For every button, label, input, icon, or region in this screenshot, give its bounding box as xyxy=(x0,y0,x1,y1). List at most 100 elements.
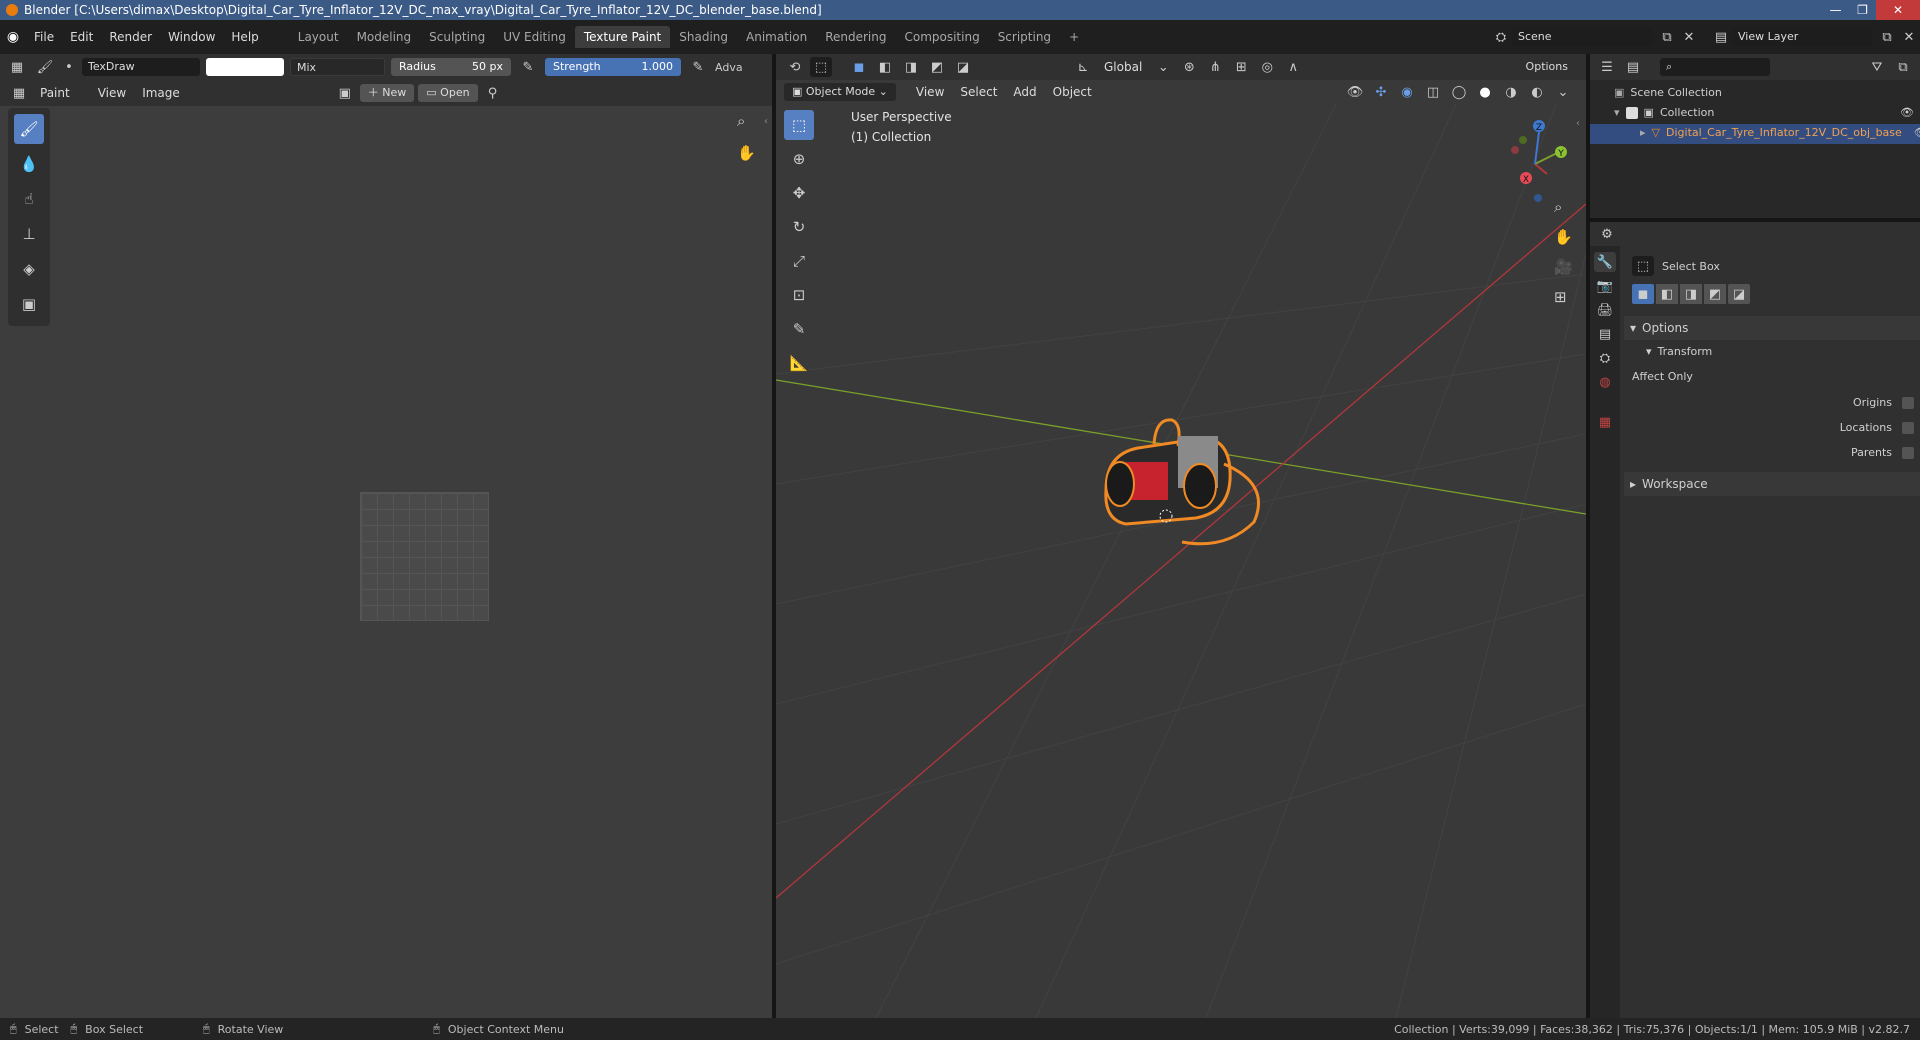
collection-visibility-icon[interactable]: 👁 xyxy=(1900,106,1914,119)
properties-editor-type-icon[interactable]: ⚙ xyxy=(1596,224,1618,244)
expand-collection-icon[interactable]: ▾ xyxy=(1614,106,1620,119)
origins-checkbox[interactable] xyxy=(1902,396,1914,409)
radius-pressure-icon[interactable]: ✎ xyxy=(517,57,539,77)
transform-tool-icon[interactable]: ⊡ xyxy=(784,280,814,310)
paint-mode-dropdown[interactable]: Paint xyxy=(34,86,76,100)
overlay-toggle-icon[interactable]: ◉ xyxy=(1396,82,1418,102)
viewport-editor-type-icon[interactable]: ⟲ xyxy=(784,57,806,77)
mode-dropdown[interactable]: ▣ Object Mode ⌄ xyxy=(784,83,896,101)
select-difference-icon[interactable]: ◩ xyxy=(926,57,948,77)
tab-tool-icon[interactable]: 🔧 xyxy=(1594,252,1616,272)
tab-world-icon[interactable]: ◍ xyxy=(1594,372,1616,392)
tab-compositing[interactable]: Compositing xyxy=(895,26,988,48)
shading-options-icon[interactable]: ⌄ xyxy=(1552,82,1574,102)
proportional-editing-icon[interactable]: ◎ xyxy=(1256,57,1278,77)
delete-scene-icon[interactable]: ✕ xyxy=(1678,27,1700,47)
snap-icon[interactable]: ⋔ xyxy=(1204,57,1226,77)
image-pan-icon[interactable]: ✋ xyxy=(737,144,761,168)
tab-modeling[interactable]: Modeling xyxy=(348,26,421,48)
menu-viewport-view[interactable]: View xyxy=(910,85,950,99)
tab-layout[interactable]: Layout xyxy=(289,26,348,48)
blender-menu-icon[interactable]: ◉ xyxy=(0,29,26,45)
xray-toggle-icon[interactable]: ◫ xyxy=(1422,82,1444,102)
transform-subpanel-header[interactable]: ▾ Transform xyxy=(1640,340,1920,362)
brush-color-swatch[interactable] xyxy=(206,58,284,76)
options-panel-header[interactable]: ▾ Options xyxy=(1624,316,1920,340)
menu-image-view[interactable]: View xyxy=(92,86,132,100)
gizmo-neg-x-icon[interactable] xyxy=(1511,146,1519,154)
view-layer-selector[interactable]: View Layer xyxy=(1732,28,1872,46)
measure-tool-icon[interactable]: 📐 xyxy=(784,348,814,378)
parents-checkbox[interactable] xyxy=(1902,446,1914,459)
tab-render-icon[interactable]: 📷 xyxy=(1594,276,1616,296)
select-tool-active-icon[interactable]: ⬚ xyxy=(810,57,832,77)
menu-select[interactable]: Select xyxy=(954,85,1003,99)
tab-texture-paint[interactable]: Texture Paint xyxy=(574,26,671,48)
fill-tool-icon[interactable]: ◈ xyxy=(14,254,44,284)
view-layer-icon[interactable]: ▤ xyxy=(1710,27,1732,47)
wireframe-shading-icon[interactable]: ◯ xyxy=(1448,82,1470,102)
workspace-panel-header[interactable]: ▸ Workspace xyxy=(1624,472,1920,496)
tab-scene-icon[interactable]: ⛭ xyxy=(1594,348,1616,368)
prop-select-subtract-icon[interactable]: ◨ xyxy=(1680,284,1702,304)
orientation-chevron-icon[interactable]: ⌄ xyxy=(1152,57,1174,77)
move-tool-icon[interactable]: ✥ xyxy=(784,178,814,208)
draw-tool-icon[interactable]: 🖌 xyxy=(14,114,44,144)
tab-output-icon[interactable]: 🖨 xyxy=(1594,300,1616,320)
cursor-tool-icon[interactable]: ⊕ xyxy=(784,144,814,174)
tab-rendering[interactable]: Rendering xyxy=(816,26,895,48)
close-button[interactable]: ✕ xyxy=(1876,0,1920,20)
tab-scripting[interactable]: Scripting xyxy=(989,26,1060,48)
falloff-icon[interactable]: ∧ xyxy=(1282,57,1304,77)
origins-option[interactable]: Origins xyxy=(1624,396,1914,409)
gizmo-neg-y-icon[interactable] xyxy=(1519,136,1527,144)
active-tool-icon[interactable]: ⬚ xyxy=(1632,256,1654,276)
parents-option[interactable]: Parents xyxy=(1624,446,1914,459)
transform-orientation-dropdown[interactable]: Global xyxy=(1098,60,1148,74)
outliner-row-scene-collection[interactable]: ▣ Scene Collection xyxy=(1614,86,1722,99)
select-subtract-icon[interactable]: ◨ xyxy=(900,57,922,77)
locations-checkbox[interactable] xyxy=(1902,421,1914,434)
viewport-pan-icon[interactable]: ✋ xyxy=(1554,228,1578,246)
advanced-panel-tab[interactable]: Adva xyxy=(715,61,743,74)
radius-slider[interactable]: Radius 50 px xyxy=(391,58,511,76)
navigation-gizmo[interactable]: X Y Z xyxy=(1493,112,1579,202)
viewport-zoom-icon[interactable]: ⌕ xyxy=(1554,198,1578,216)
ortho-toggle-icon[interactable]: ⊞ xyxy=(1554,288,1578,306)
editor-type-icon[interactable]: ▦ xyxy=(6,57,28,77)
new-scene-icon[interactable]: ⧉ xyxy=(1656,27,1678,47)
pin-icon[interactable]: ⚲ xyxy=(482,83,504,103)
smear-tool-icon[interactable]: ☝ xyxy=(14,184,44,214)
visibility-icon[interactable]: 👁 xyxy=(1344,82,1366,102)
brush-icon[interactable]: 🖌 xyxy=(34,57,56,77)
strength-slider[interactable]: Strength 1.000 xyxy=(545,58,681,76)
outliner-editor-type-icon[interactable]: ☰ xyxy=(1596,57,1618,77)
tab-uv-editing[interactable]: UV Editing xyxy=(494,26,575,48)
brush-name-field[interactable]: TexDraw xyxy=(82,58,200,76)
annotate-tool-icon[interactable]: ✎ xyxy=(784,314,814,344)
new-view-layer-icon[interactable]: ⧉ xyxy=(1876,27,1898,47)
solid-shading-icon[interactable]: ● xyxy=(1474,82,1496,102)
prop-select-new-icon[interactable]: ◼ xyxy=(1632,284,1654,304)
menu-image[interactable]: Image xyxy=(136,86,186,100)
select-new-icon[interactable]: ◼ xyxy=(848,57,870,77)
scene-selector[interactable]: Scene xyxy=(1512,28,1652,46)
image-sidebar-toggle-icon[interactable]: ‹ xyxy=(764,116,768,127)
soften-tool-icon[interactable]: 💧 xyxy=(14,149,44,179)
viewport-sidebar-toggle-icon[interactable]: ‹ xyxy=(1576,118,1580,129)
rendered-shading-icon[interactable]: ◐ xyxy=(1526,82,1548,102)
prop-select-extend-icon[interactable]: ◧ xyxy=(1656,284,1678,304)
open-image-button[interactable]: ▭ Open xyxy=(418,84,478,102)
select-intersect-icon[interactable]: ◪ xyxy=(952,57,974,77)
tab-animation[interactable]: Animation xyxy=(737,26,816,48)
image-browse-icon[interactable]: ▣ xyxy=(334,83,356,103)
prop-select-intersect-icon[interactable]: ◪ xyxy=(1728,284,1750,304)
snap-target-icon[interactable]: ⊞ xyxy=(1230,57,1252,77)
expand-object-icon[interactable]: ▸ xyxy=(1640,126,1646,139)
outliner-row-collection[interactable]: ▾ ▣ Collection 👁 xyxy=(1614,106,1914,119)
rotate-tool-icon[interactable]: ↻ xyxy=(784,212,814,242)
locations-option[interactable]: Locations xyxy=(1624,421,1914,434)
material-shading-icon[interactable]: ◑ xyxy=(1500,82,1522,102)
tab-view-layer-icon[interactable]: ▤ xyxy=(1594,324,1616,344)
select-extend-icon[interactable]: ◧ xyxy=(874,57,896,77)
